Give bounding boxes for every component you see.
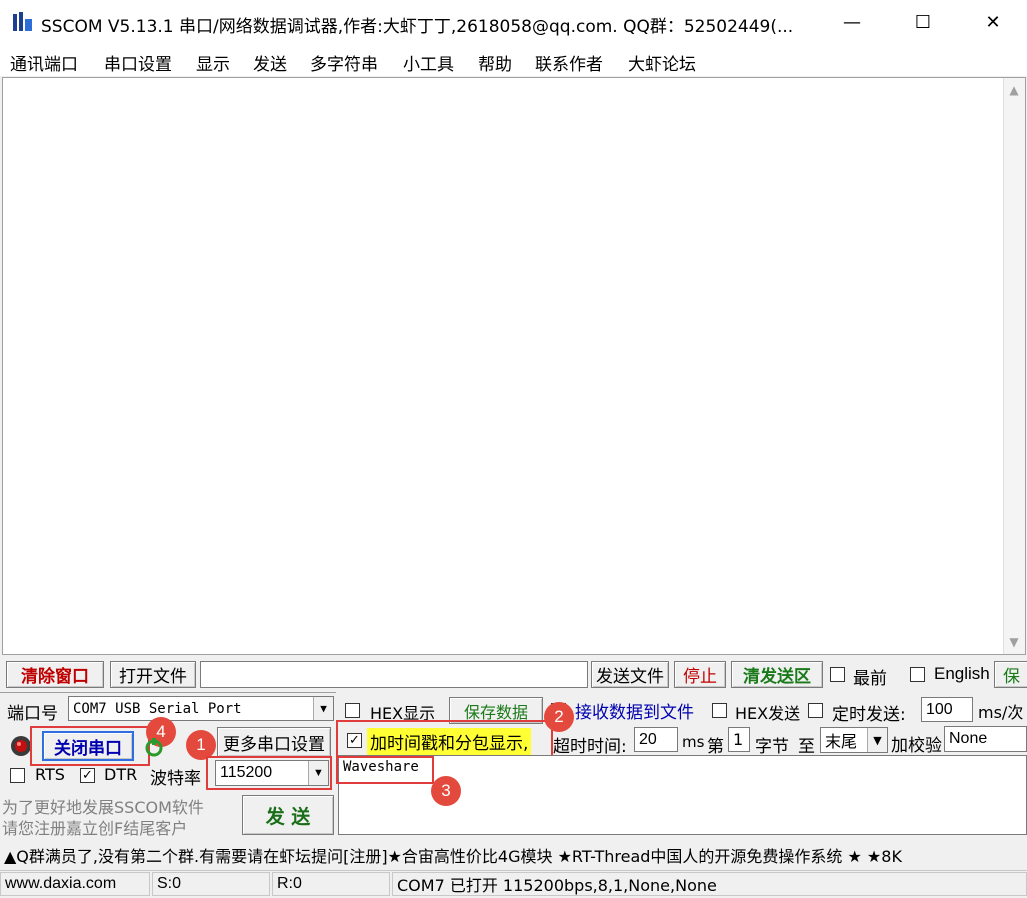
timeout-input[interactable]: 20 [634,727,678,752]
checksum-label: 加校验 [891,736,942,756]
byte-prefix-label: 第 [707,737,724,757]
menu-contact-author[interactable]: 联系作者 [535,50,603,75]
to-label: 至 [798,737,815,757]
timeout-label: 超时时间: [553,737,627,757]
menu-display[interactable]: 显示 [196,50,230,75]
end-select[interactable]: 末尾 ▼ [820,727,888,753]
menu-forum[interactable]: 大虾论坛 [628,50,696,75]
byte-suffix-label: 字节 [755,737,789,757]
timed-unit-label: ms/次 [978,703,1024,722]
english-checkbox[interactable] [910,667,925,682]
status-sent-count: S:0 [152,872,270,896]
menu-tools[interactable]: 小工具 [403,50,454,75]
timed-send-checkbox[interactable] [808,703,823,718]
hex-send-label: HEX发送 [735,704,801,723]
chevron-down-icon: ▼ [313,697,333,720]
close-icon: ✕ [985,11,1001,33]
menu-serial-settings[interactable]: 串口设置 [104,50,172,75]
minimize-icon: — [843,11,861,33]
badge-3: 3 [431,776,461,806]
menu-send[interactable]: 发送 [253,50,287,75]
save-parameters-button[interactable]: 保 [994,661,1027,688]
maximize-icon: ☐ [914,11,932,33]
ticker-text[interactable]: ▲Q群满员了,没有第二个群.有需要请在虾坛提问[注册]★合宙高性价比4G模块 ★… [4,843,1027,867]
refresh-icon[interactable] [143,736,165,758]
scroll-down-icon[interactable]: ▼ [1003,632,1025,652]
end-select-value: 末尾 [825,732,858,751]
receive-text-area[interactable] [2,77,1026,655]
hex-display-checkbox[interactable] [345,703,360,718]
checksum-select[interactable]: None [944,726,1027,752]
menu-help[interactable]: 帮助 [478,50,512,75]
baud-rate-value: 115200 [220,764,273,781]
recv-to-file-label: 接收数据到文件 [575,703,694,723]
chevron-down-icon: ▼ [867,728,887,752]
clear-send-button[interactable]: 清发送区 [731,661,823,688]
receive-scrollbar[interactable] [1003,78,1025,654]
open-file-button[interactable]: 打开文件 [110,661,196,688]
dtr-label: DTR [104,765,138,784]
hex-send-checkbox[interactable] [712,703,727,718]
timed-send-label: 定时发送: [832,705,906,725]
badge-2: 2 [544,702,574,732]
status-website[interactable]: www.daxia.com [0,872,150,896]
close-port-button[interactable]: 关闭串口 [42,731,134,761]
timed-interval-input[interactable]: 100 [921,697,973,722]
chevron-down-icon: ▼ [308,761,328,785]
minimize-button[interactable]: — [829,0,875,44]
timeout-unit-label: ms [682,733,705,751]
timestamp-checkbox[interactable]: ✓ [347,733,362,748]
rts-checkbox[interactable] [10,768,25,783]
send-file-button[interactable]: 发送文件 [591,661,669,688]
annotation-box-3 [336,756,434,784]
window-title: SSCOM V5.13.1 串口/网络数据调试器,作者:大虾丁丁,2618058… [41,17,794,37]
port-label: 端口号 [7,704,58,724]
menu-multi-string[interactable]: 多字符串 [310,50,378,75]
topmost-label: 最前 [853,669,887,689]
close-button[interactable]: ✕ [970,0,1016,44]
clear-window-button[interactable]: 清除窗口 [6,661,104,688]
app-icon [12,11,34,33]
more-port-settings-button[interactable]: 更多串口设置 [217,727,331,757]
port-select[interactable]: COM7 USB Serial Port ▼ [68,696,334,721]
timestamp-label: 加时间戳和分包显示, [367,728,532,755]
file-path-input[interactable] [200,661,588,688]
status-recv-count: R:0 [272,872,390,896]
stop-button[interactable]: 停止 [674,661,726,688]
promo-line-2[interactable]: 请您注册嘉立创F结尾客户 [2,815,187,839]
send-button[interactable]: 发 送 [242,795,334,835]
scroll-up-icon[interactable]: ▲ [1003,80,1025,100]
baud-rate-select[interactable]: 115200 ▼ [215,760,329,786]
dtr-checkbox[interactable]: ✓ [80,768,95,783]
rts-label: RTS [35,765,65,784]
byte-index-input[interactable]: 1 [728,727,750,752]
status-port-state: COM7 已打开 115200bps,8,1,None,None [392,872,1027,896]
menu-comm-port[interactable]: 通讯端口 [10,50,78,75]
maximize-button[interactable]: ☐ [900,0,946,44]
port-select-value: COM7 USB Serial Port [73,700,242,717]
topmost-checkbox[interactable] [830,667,845,682]
english-label: English [934,664,990,683]
baud-label: 波特率 [150,769,201,789]
